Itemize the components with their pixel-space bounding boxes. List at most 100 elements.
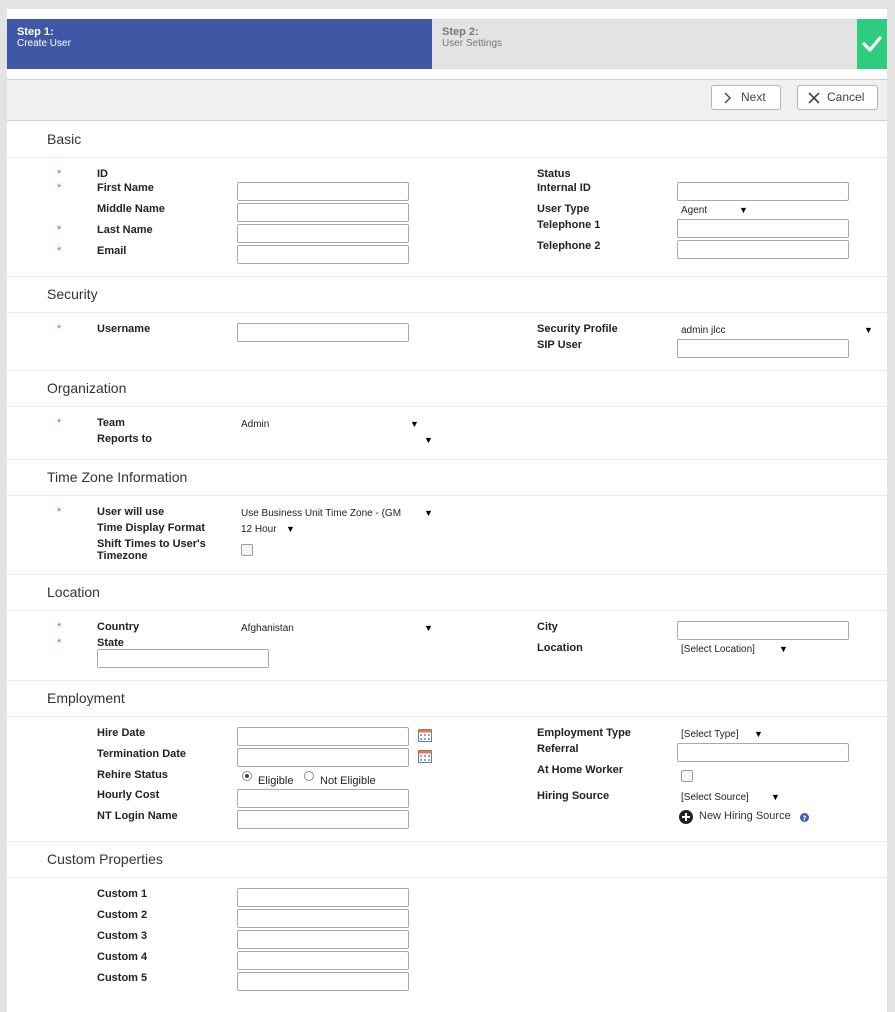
at-home-worker-checkbox[interactable] <box>681 770 693 782</box>
chevron-down-icon[interactable]: ▼ <box>286 523 295 535</box>
eligible-radio[interactable] <box>242 771 252 781</box>
termination-date-input[interactable] <box>237 748 409 767</box>
required-marker: * <box>57 224 62 236</box>
required-marker: * <box>57 245 62 257</box>
divider <box>7 312 887 313</box>
custom5-input[interactable] <box>237 972 409 991</box>
divider <box>7 877 887 878</box>
internal-id-input[interactable] <box>677 182 849 201</box>
create-user-page: Step 1: Create User Step 2: User Setting… <box>7 9 887 1012</box>
help-icon[interactable]: ? <box>800 813 809 822</box>
divider <box>7 680 887 681</box>
step1-title: Step 1: <box>17 26 54 38</box>
first-name-input[interactable] <box>237 182 409 201</box>
not-eligible-radio[interactable] <box>304 771 314 781</box>
chevron-down-icon[interactable]: ▼ <box>410 418 419 430</box>
section-organization-title: Organization <box>47 380 127 396</box>
hire-date-input[interactable] <box>237 727 409 746</box>
step-user-settings[interactable]: Step 2: User Settings <box>432 19 857 69</box>
email-input[interactable] <box>237 245 409 264</box>
calendar-icon[interactable] <box>418 728 432 742</box>
divider <box>7 157 887 158</box>
custom3-label: Custom 3 <box>97 930 148 942</box>
chevron-down-icon[interactable]: ▼ <box>754 728 763 740</box>
state-label: State <box>97 637 124 649</box>
at-home-worker-label: At Home Worker <box>537 764 623 776</box>
custom4-input[interactable] <box>237 951 409 970</box>
hourly-cost-label: Hourly Cost <box>97 789 160 801</box>
state-input[interactable] <box>97 649 269 668</box>
telephone1-label: Telephone 1 <box>537 219 601 231</box>
location-label: Location <box>537 642 583 654</box>
shift-times-label: Shift Times to User's <box>97 538 206 550</box>
chevron-down-icon[interactable]: ▼ <box>424 434 433 446</box>
user-type-label: User Type <box>537 203 590 215</box>
plus-circle-icon[interactable] <box>679 810 693 824</box>
username-input[interactable] <box>237 323 409 342</box>
step-create-user[interactable]: Step 1: Create User <box>7 19 432 69</box>
nt-login-input[interactable] <box>237 810 409 829</box>
shift-times-checkbox[interactable] <box>241 544 253 556</box>
user-type-select[interactable]: Agent <box>681 205 707 217</box>
divider <box>7 406 887 407</box>
team-select[interactable]: Admin <box>241 419 269 431</box>
chevron-down-icon[interactable]: ▼ <box>864 324 873 336</box>
hiring-source-label: Hiring Source <box>537 790 610 802</box>
employment-type-select[interactable]: [Select Type] <box>681 729 739 741</box>
wizard-steps: Step 1: Create User Step 2: User Setting… <box>7 19 887 69</box>
first-name-label: First Name <box>97 182 154 194</box>
chevron-down-icon[interactable]: ▼ <box>424 622 433 634</box>
custom1-label: Custom 1 <box>97 888 148 900</box>
sip-user-label: SIP User <box>537 339 583 351</box>
last-name-input[interactable] <box>237 224 409 243</box>
sip-user-input[interactable] <box>677 339 849 358</box>
custom2-input[interactable] <box>237 909 409 928</box>
calendar-icon[interactable] <box>418 749 432 763</box>
middle-name-input[interactable] <box>237 203 409 222</box>
custom1-input[interactable] <box>237 888 409 907</box>
divider <box>7 610 887 611</box>
cancel-label: Cancel <box>827 90 865 104</box>
next-button[interactable]: Next <box>711 85 781 110</box>
divider <box>7 370 887 371</box>
username-label: Username <box>97 323 151 335</box>
security-profile-select[interactable]: admin jlcc <box>681 325 725 337</box>
next-label: Next <box>741 90 766 104</box>
hiring-source-select[interactable]: [Select Source] <box>681 792 749 804</box>
custom3-input[interactable] <box>237 930 409 949</box>
location-select[interactable]: [Select Location] <box>681 644 755 656</box>
internal-id-label: Internal ID <box>537 182 591 194</box>
chevron-down-icon[interactable]: ▼ <box>739 204 748 216</box>
chevron-down-icon[interactable]: ▼ <box>779 643 788 655</box>
termination-date-label: Termination Date <box>97 748 187 760</box>
step2-title: Step 2: <box>442 26 479 38</box>
time-zone-select[interactable]: Use Business Unit Time Zone - (GM <box>241 508 419 520</box>
checkmark-icon <box>862 36 882 52</box>
new-hiring-source-link[interactable]: New Hiring Source <box>699 810 791 822</box>
cancel-button[interactable]: Cancel <box>797 85 878 110</box>
divider <box>7 495 887 496</box>
nt-login-label: NT Login Name <box>97 810 178 822</box>
country-select[interactable]: Afghanistan <box>241 623 294 635</box>
step-complete[interactable] <box>857 19 887 69</box>
time-display-format-select[interactable]: 12 Hour <box>241 524 277 536</box>
required-marker: * <box>57 168 62 180</box>
chevron-down-icon[interactable]: ▼ <box>771 791 780 803</box>
referral-input[interactable] <box>677 743 849 762</box>
security-profile-label: Security Profile <box>537 323 618 335</box>
section-timezone-title: Time Zone Information <box>47 469 188 485</box>
section-employment-title: Employment <box>47 690 125 706</box>
id-label: ID <box>97 168 108 180</box>
section-location-title: Location <box>47 584 100 600</box>
divider <box>7 841 887 842</box>
step1-subtitle: Create User <box>17 38 71 49</box>
reports-to-label: Reports to <box>97 433 152 445</box>
required-marker: * <box>57 182 62 194</box>
divider <box>7 276 887 277</box>
hourly-cost-input[interactable] <box>237 789 409 808</box>
city-input[interactable] <box>677 621 849 640</box>
section-security-title: Security <box>47 286 98 302</box>
telephone2-input[interactable] <box>677 240 849 259</box>
telephone1-input[interactable] <box>677 219 849 238</box>
chevron-down-icon[interactable]: ▼ <box>424 507 433 519</box>
